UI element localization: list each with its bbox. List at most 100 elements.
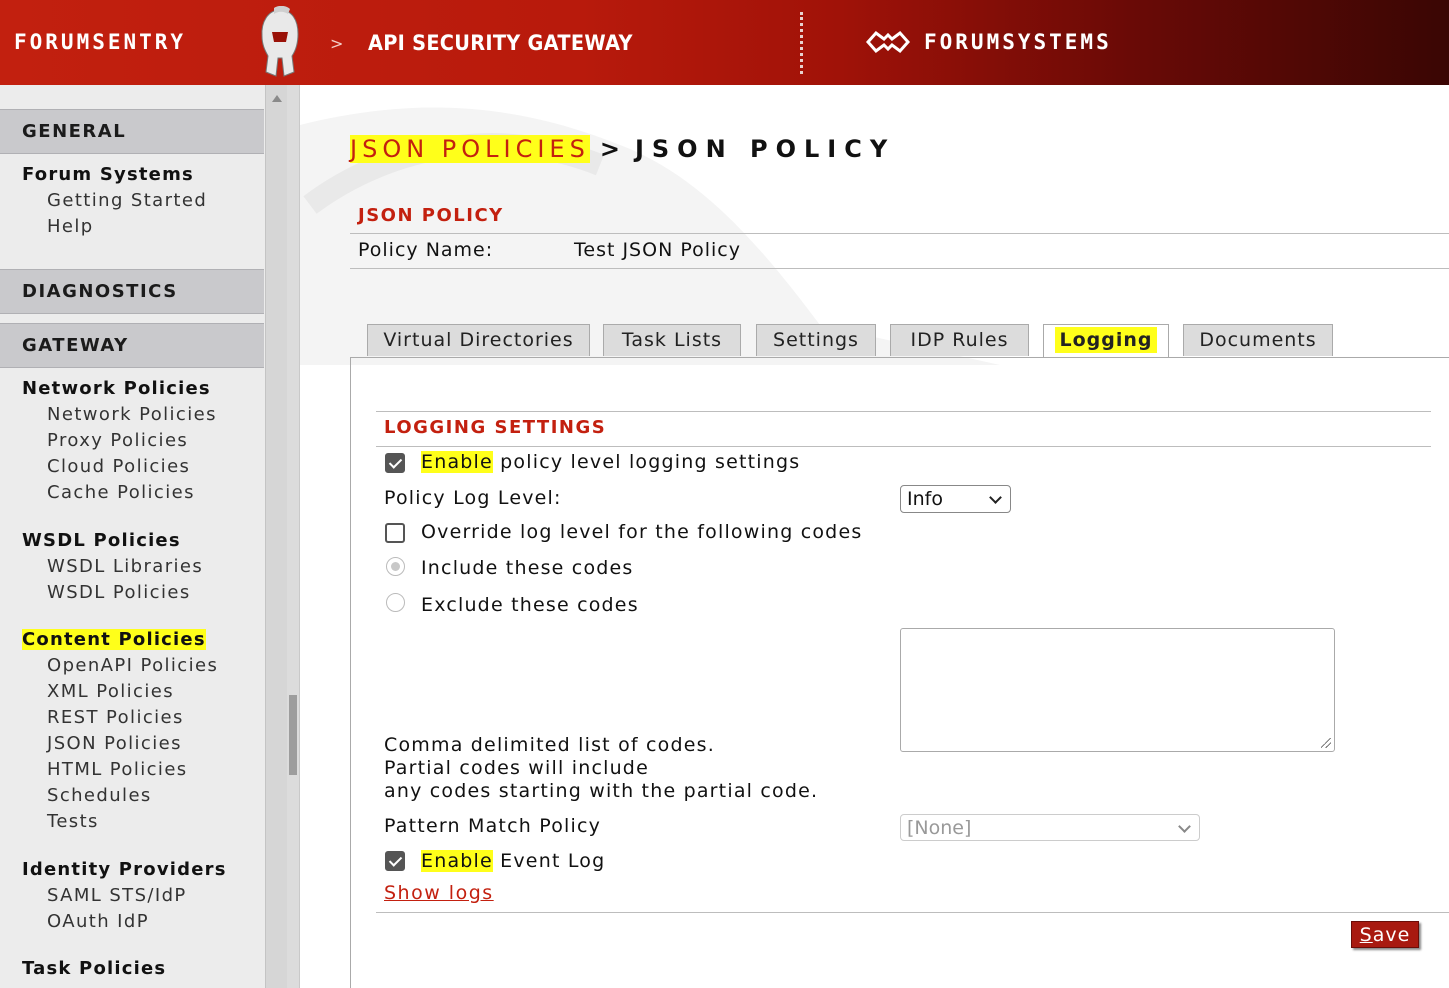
forumsentry-logo: FORUMSENTRY <box>14 30 187 54</box>
tab-idp-rules[interactable]: IDP Rules <box>890 324 1029 356</box>
pattern-match-policy-select[interactable]: [None] <box>900 814 1200 841</box>
tab-label: Task Lists <box>621 329 723 351</box>
policy-name-label: Policy Name: <box>358 239 494 261</box>
scroll-up-arrow-icon[interactable] <box>272 95 282 102</box>
sidebar-item-saml-sts-idp[interactable]: SAML STS/IdP <box>47 883 187 909</box>
tab-label: IDP Rules <box>910 329 1009 351</box>
sidebar-item-wsdl-policies[interactable]: WSDL Policies <box>47 580 191 606</box>
sidebar-item-help[interactable]: Help <box>47 214 94 240</box>
app-header: FORUMSENTRY > API SECURITY GATEWAY FORUM… <box>0 0 1449 85</box>
sidebar-group-task-policies[interactable]: Task Policies <box>22 956 166 982</box>
resize-grip-icon[interactable] <box>1321 738 1331 748</box>
tab-label: Logging <box>1055 327 1157 353</box>
section-title: DIAGNOSTICS <box>22 281 178 302</box>
breadcrumb-separator: > <box>599 135 625 163</box>
sidebar-item-rest-policies[interactable]: REST Policies <box>47 705 184 731</box>
tab-virtual-directories[interactable]: Virtual Directories <box>367 324 590 356</box>
page-scrollbar[interactable] <box>287 85 300 988</box>
highlighted-text: Enable <box>421 451 493 473</box>
sidebar-group-forum-systems[interactable]: Forum Systems <box>22 162 194 188</box>
section-title: GENERAL <box>22 121 127 142</box>
pattern-match-policy-label: Pattern Match Policy <box>384 815 602 837</box>
tab-label: Documents <box>1199 329 1317 351</box>
exclude-codes-label[interactable]: Exclude these codes <box>421 594 639 616</box>
section-title: GATEWAY <box>22 335 129 356</box>
forumsystems-logo: FORUMSYSTEMS <box>924 30 1112 54</box>
product-name: API SECURITY GATEWAY <box>368 31 633 55</box>
codes-help-line-3: any codes starting with the partial code… <box>384 780 819 802</box>
sidebar-section-general[interactable]: GENERAL <box>0 109 264 154</box>
divider <box>376 411 1431 412</box>
sidebar-item-openapi-policies[interactable]: OpenAPI Policies <box>47 653 218 679</box>
page-title: JSON POLICY <box>634 135 896 163</box>
panel-title: JSON POLICY <box>358 205 504 226</box>
tab-settings[interactable]: Settings <box>756 324 876 356</box>
sidebar-section-gateway[interactable]: GATEWAY <box>0 323 264 368</box>
sidebar-item-schedules[interactable]: Schedules <box>47 783 152 809</box>
policy-log-level-label: Policy Log Level: <box>384 487 562 509</box>
override-log-level-label[interactable]: Override log level for the following cod… <box>421 521 862 543</box>
sidebar-scrollbar[interactable] <box>265 85 288 988</box>
sidebar-item-proxy-policies[interactable]: Proxy Policies <box>47 428 188 454</box>
tab-documents[interactable]: Documents <box>1183 324 1333 356</box>
scrollbar-thumb[interactable] <box>289 695 297 775</box>
save-button[interactable]: Save <box>1351 921 1419 948</box>
sidebar-item-network-policies[interactable]: Network Policies <box>47 402 217 428</box>
exclude-codes-radio[interactable] <box>386 593 405 612</box>
sidebar-section-diagnostics[interactable]: DIAGNOSTICS <box>0 269 264 314</box>
enable-event-log-checkbox[interactable] <box>385 851 405 871</box>
sidebar-nav: GENERAL Forum Systems Getting Started He… <box>0 85 265 988</box>
override-log-level-checkbox[interactable] <box>385 523 405 543</box>
codes-help-line-1: Comma delimited list of codes. <box>384 734 715 756</box>
policy-name-value: Test JSON Policy <box>574 239 741 261</box>
tab-label: Settings <box>773 329 859 351</box>
enable-policy-logging-checkbox[interactable] <box>385 453 405 473</box>
sidebar-group-network-policies[interactable]: Network Policies <box>22 376 211 402</box>
sidebar-item-xml-policies[interactable]: XML Policies <box>47 679 174 705</box>
sidebar-group-label: Content Policies <box>22 629 206 650</box>
sidebar-item-json-policies[interactable]: JSON Policies <box>47 731 182 757</box>
codes-textarea[interactable] <box>900 628 1335 752</box>
header-divider <box>800 12 803 74</box>
breadcrumb: JSON POLICIES > JSON POLICY <box>350 135 895 163</box>
highlighted-text: Enable <box>421 850 493 872</box>
forumsystems-mark-icon <box>865 30 911 54</box>
divider <box>376 912 1449 913</box>
codes-help-line-2: Partial codes will include <box>384 757 649 779</box>
enable-policy-logging-label[interactable]: Enable policy level logging settings <box>421 451 800 473</box>
sidebar-group-content-policies[interactable]: Content Policies <box>22 627 206 653</box>
save-label: ave <box>1372 924 1411 946</box>
include-codes-radio[interactable] <box>386 557 405 576</box>
tab-task-lists[interactable]: Task Lists <box>603 324 741 356</box>
breadcrumb-link-json-policies[interactable]: JSON POLICIES <box>350 135 590 163</box>
logging-settings-title: LOGGING SETTINGS <box>384 417 607 438</box>
sidebar-item-getting-started[interactable]: Getting Started <box>47 188 207 214</box>
include-codes-label[interactable]: Include these codes <box>421 557 634 579</box>
policy-log-level-select[interactable]: Info <box>900 485 1011 513</box>
save-accesskey: S <box>1359 924 1373 946</box>
select-value: [None] <box>907 817 972 839</box>
sidebar-item-html-policies[interactable]: HTML Policies <box>47 757 188 783</box>
chevron-down-icon <box>1178 820 1191 833</box>
chevron-down-icon <box>989 491 1002 504</box>
sidebar-group-identity-providers[interactable]: Identity Providers <box>22 857 227 883</box>
spartan-helmet-icon <box>261 6 299 77</box>
sidebar-item-tests[interactable]: Tests <box>47 809 99 835</box>
tab-logging[interactable]: Logging <box>1043 324 1169 358</box>
sidebar-item-cache-policies[interactable]: Cache Policies <box>47 480 195 506</box>
select-value: Info <box>907 488 943 510</box>
label-text: Event Log <box>492 850 606 872</box>
sidebar-group-wsdl-policies[interactable]: WSDL Policies <box>22 528 181 554</box>
main-content: JSON POLICIES > JSON POLICY JSON POLICY Po… <box>300 85 1449 988</box>
sidebar-item-wsdl-libraries[interactable]: WSDL Libraries <box>47 554 203 580</box>
show-logs-link[interactable]: Show logs <box>384 882 494 904</box>
sidebar-item-cloud-policies[interactable]: Cloud Policies <box>47 454 190 480</box>
divider <box>350 268 1449 269</box>
enable-event-log-label[interactable]: Enable Event Log <box>421 850 605 872</box>
header-chevron-icon: > <box>330 34 344 53</box>
sidebar-item-oauth-idp[interactable]: OAuth IdP <box>47 909 149 935</box>
divider <box>376 446 1431 447</box>
divider <box>350 233 1449 234</box>
tab-label: Virtual Directories <box>383 329 574 351</box>
label-text: policy level logging settings <box>492 451 801 473</box>
